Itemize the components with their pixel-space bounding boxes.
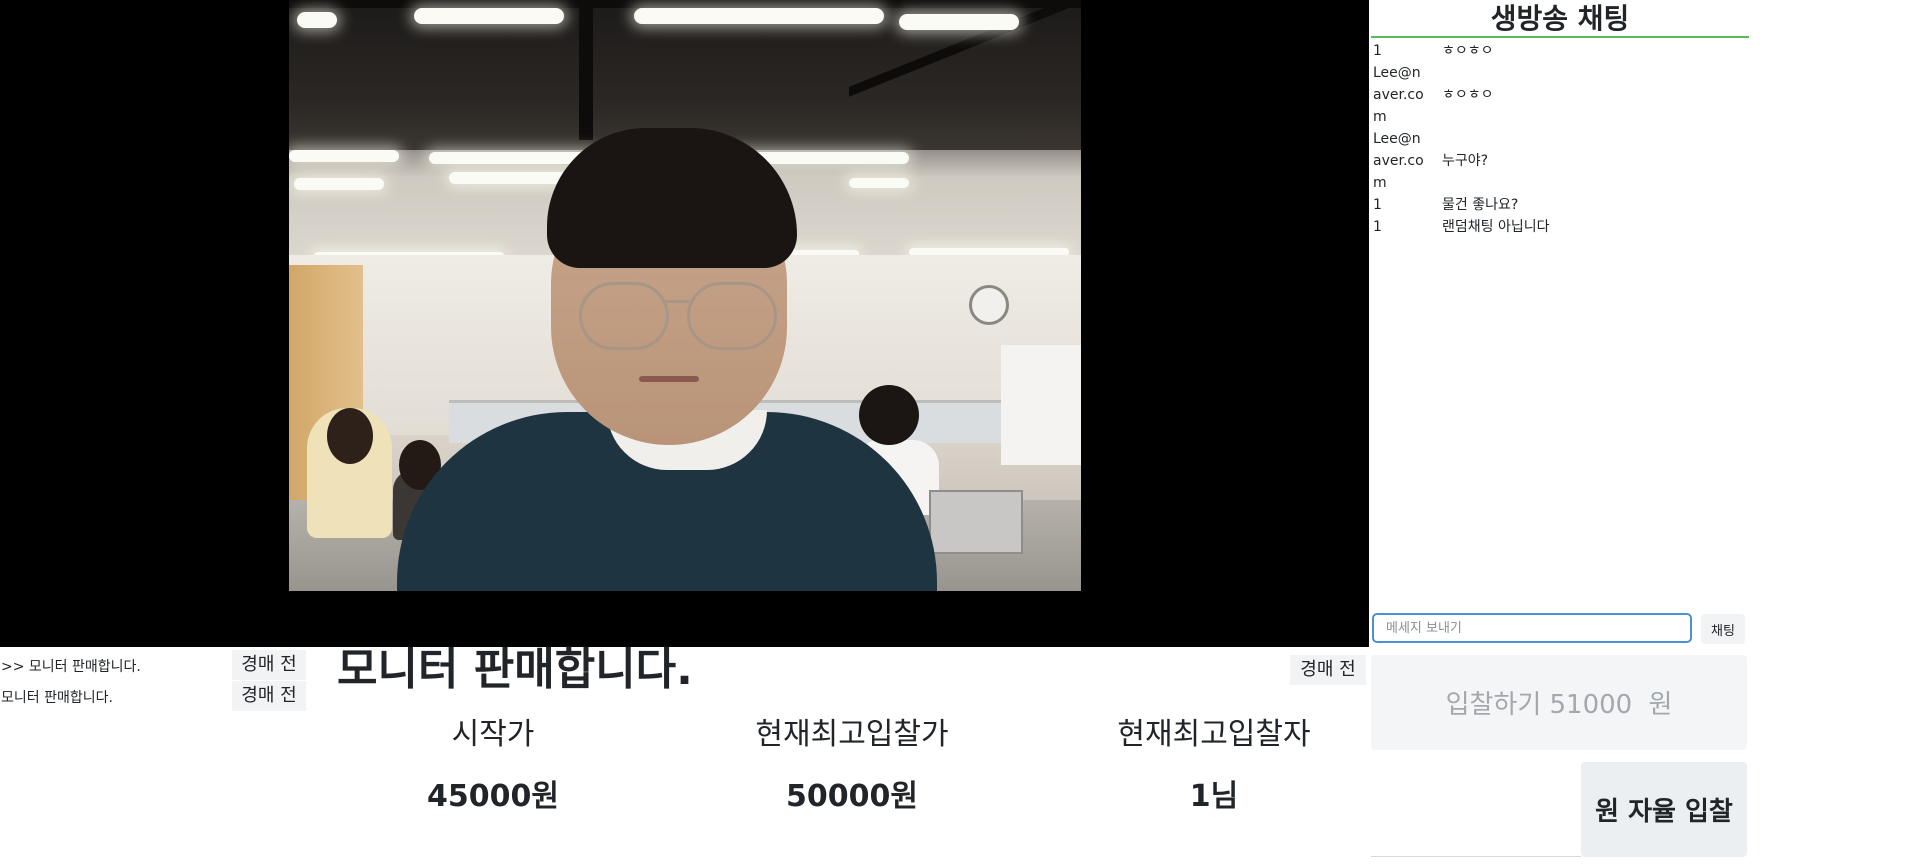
bid-button[interactable]: 입찰하기 51000 원	[1371, 655, 1747, 750]
chat-message: Lee@naver.com 누구야?	[1371, 128, 1749, 194]
bid-button-label: 입찰하기	[1445, 690, 1542, 720]
auction-status-badge: 경매 전	[232, 681, 306, 711]
auction-list-item[interactable]: >> 모니터 판매합니다. 경매 전	[0, 650, 310, 680]
chat-message: 1 ㅎㅇㅎㅇ	[1371, 40, 1749, 62]
product-status-badge: 경매 전	[1290, 655, 1366, 685]
chat-text: ㅎㅇㅎㅇ	[1442, 43, 1494, 59]
start-price-label: 시작가	[451, 717, 535, 752]
chat-message-input[interactable]	[1372, 613, 1692, 643]
top-bidder-value: 1님	[1189, 779, 1239, 814]
current-price-label: 현재최고입찰가	[755, 717, 949, 752]
chat-message: 1 물건 좋나요?	[1371, 194, 1749, 216]
product-title: 모니터 판매합니다.	[337, 644, 693, 695]
chat-message: Lee@naver.com ㅎㅇㅎㅇ	[1371, 62, 1749, 128]
chat-username: Lee@naver.com	[1373, 65, 1424, 125]
chat-username: 1	[1373, 197, 1382, 213]
top-bidder-label: 현재최고입찰자	[1117, 717, 1311, 752]
chat-text: 누구야?	[1442, 153, 1489, 169]
auto-bid-form: 원 자율 입찰	[1371, 762, 1747, 857]
auto-bid-button[interactable]: 원 자율 입찰	[1581, 762, 1747, 857]
chat-message-list: 1 ㅎㅇㅎㅇ Lee@naver.com ㅎㅇㅎㅇ Lee@naver.com …	[1371, 40, 1749, 238]
chat-text: 랜덤채팅 아닙니다	[1442, 219, 1550, 235]
start-price-block: 시작가 45000원	[343, 713, 643, 819]
webcam-stream-image	[289, 0, 1081, 591]
chat-username: Lee@naver.com	[1373, 131, 1424, 191]
auction-item-title[interactable]: 모니터 판매합니다.	[1, 687, 113, 707]
chat-text: 물건 좋나요?	[1442, 197, 1519, 213]
live-chat-panel: 생방송 채팅 1 ㅎㅇㅎㅇ Lee@naver.com ㅎㅇㅎㅇ Lee@nav…	[1371, 0, 1749, 647]
bid-unit: 원	[1648, 690, 1673, 720]
chat-send-button[interactable]: 채팅	[1701, 614, 1745, 644]
chat-username: 1	[1373, 43, 1382, 59]
auction-status-badge: 경매 전	[232, 650, 306, 680]
chat-message: 1 랜덤채팅 아닙니다	[1371, 216, 1749, 238]
current-price-block: 현재최고입찰가 50000원	[702, 713, 1002, 819]
start-price-value: 45000원	[427, 779, 559, 814]
live-video-player[interactable]	[0, 0, 1369, 647]
auto-bid-amount-input[interactable]	[1371, 762, 1581, 857]
chat-form: 채팅	[1371, 612, 1749, 648]
top-bidder-block: 현재최고입찰자 1님	[1064, 713, 1364, 819]
auction-list-item[interactable]: 모니터 판매합니다. 경매 전	[0, 681, 310, 711]
bid-amount: 51000	[1549, 690, 1633, 720]
chat-title: 생방송 채팅	[1371, 0, 1749, 38]
chat-username: 1	[1373, 219, 1382, 235]
current-price-value: 50000원	[786, 779, 918, 814]
chat-text: ㅎㅇㅎㅇ	[1442, 87, 1494, 103]
auction-item-title[interactable]: >> 모니터 판매합니다.	[1, 656, 141, 676]
